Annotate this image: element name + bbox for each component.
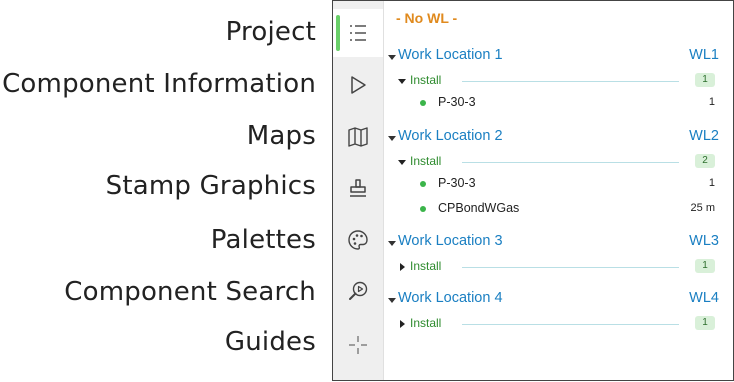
collapse-arrow-icon[interactable] (398, 160, 406, 165)
count-badge: 2 (695, 154, 715, 168)
group-name[interactable]: Install (410, 73, 441, 87)
no-wl-header[interactable]: - No WL - (396, 10, 457, 26)
work-location-row[interactable]: Work Location 4 WL4 (386, 290, 719, 310)
group-row[interactable]: Install 1 (396, 316, 715, 332)
label-project: Project (225, 17, 316, 47)
work-location-name[interactable]: Work Location 1 (398, 47, 503, 63)
work-location-name[interactable]: Work Location 3 (398, 233, 503, 249)
label-guides: Guides (224, 327, 316, 357)
label-palettes: Palettes (210, 225, 316, 255)
app-panel-frame: - No WL - Work Location 1 WL1 Install 1 … (332, 0, 734, 381)
rail-button-maps[interactable] (333, 113, 383, 161)
work-location-code: WL1 (689, 47, 719, 63)
group-divider (462, 162, 679, 163)
count-badge: 1 (695, 259, 715, 273)
collapse-arrow-icon[interactable] (388, 136, 396, 141)
rail-button-component-search[interactable] (333, 267, 383, 315)
group-divider (462, 81, 679, 82)
work-location-code: WL3 (689, 233, 719, 249)
status-dot-icon (420, 100, 426, 106)
status-dot-icon (420, 206, 426, 212)
collapse-arrow-icon[interactable] (398, 79, 406, 84)
work-location-row[interactable]: Work Location 3 WL3 (386, 233, 719, 253)
play-triangle-icon (351, 76, 366, 94)
crosshair-icon (349, 336, 367, 354)
work-location-code: WL4 (689, 290, 719, 306)
component-item[interactable]: P-30-3 1 (420, 176, 715, 192)
group-row[interactable]: Install 2 (396, 154, 715, 170)
rail-button-guides[interactable] (333, 321, 383, 369)
component-quantity: 25 m (690, 202, 715, 214)
group-name[interactable]: Install (410, 154, 441, 168)
palette-icon (348, 230, 368, 250)
rail-button-stamp-graphics[interactable] (333, 164, 383, 212)
collapse-arrow-icon[interactable] (388, 298, 396, 303)
collapse-arrow-icon[interactable] (388, 241, 396, 246)
rail-button-project[interactable] (333, 9, 383, 57)
status-dot-icon (420, 181, 426, 187)
list-icon (350, 25, 366, 41)
collapse-arrow-icon[interactable] (388, 55, 396, 60)
group-divider (462, 324, 679, 325)
work-location-name[interactable]: Work Location 4 (398, 290, 503, 306)
component-item[interactable]: P-30-3 1 (420, 95, 715, 111)
work-location-row[interactable]: Work Location 2 WL2 (386, 128, 719, 148)
group-divider (462, 267, 679, 268)
rail-button-component-information[interactable] (333, 61, 383, 109)
group-row[interactable]: Install 1 (396, 259, 715, 275)
component-quantity: 1 (708, 177, 715, 189)
label-stamp-graphics: Stamp Graphics (105, 171, 316, 201)
component-name[interactable]: P-30-3 (438, 176, 476, 190)
search-play-icon (349, 281, 368, 300)
count-badge: 1 (695, 316, 715, 330)
component-item[interactable]: CPBondWGas 25 m (420, 201, 715, 217)
expand-arrow-icon[interactable] (400, 320, 405, 328)
icon-rail (333, 1, 384, 380)
group-name[interactable]: Install (410, 259, 441, 273)
work-location-row[interactable]: Work Location 1 WL1 (386, 47, 719, 67)
expand-arrow-icon[interactable] (400, 263, 405, 271)
component-quantity: 1 (708, 96, 715, 108)
menu-labels: Project Component Information Maps Stamp… (0, 0, 330, 382)
stamp-icon (350, 179, 366, 197)
count-badge: 1 (695, 73, 715, 87)
group-row[interactable]: Install 1 (396, 73, 715, 89)
map-icon (348, 127, 368, 147)
label-maps: Maps (246, 121, 316, 151)
group-name[interactable]: Install (410, 316, 441, 330)
component-name[interactable]: CPBondWGas (438, 201, 519, 215)
component-name[interactable]: P-30-3 (438, 95, 476, 109)
work-location-name[interactable]: Work Location 2 (398, 128, 503, 144)
rail-button-palettes[interactable] (333, 216, 383, 264)
label-component-search: Component Search (64, 277, 316, 307)
work-location-panel: - No WL - Work Location 1 WL1 Install 1 … (384, 1, 733, 380)
label-component-information: Component Information (2, 69, 316, 99)
work-location-code: WL2 (689, 128, 719, 144)
